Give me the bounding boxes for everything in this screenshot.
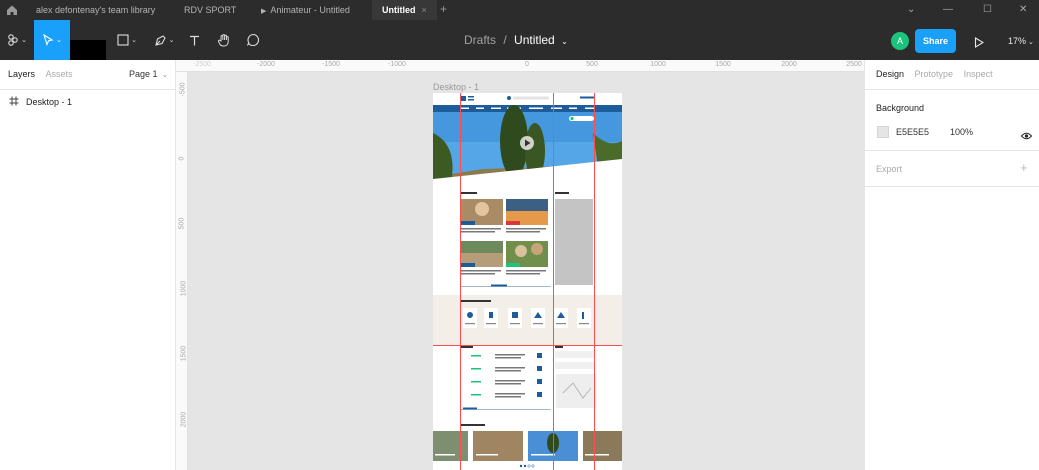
page-selector[interactable]: Page 1 ⌄ [129, 69, 168, 79]
ruler-mark: 2000 [176, 412, 188, 428]
ruler-mark: 0 [525, 61, 529, 68]
rectangle-icon [117, 34, 129, 46]
tab-assets[interactable]: Assets [46, 69, 73, 79]
pen-icon [154, 34, 166, 46]
layers-panel: Layers Assets Page 1 ⌄ Desktop - 1 [0, 60, 176, 470]
ruler-mark: -1000 [388, 61, 406, 68]
ruler-mark: 2000 [781, 61, 797, 68]
ruler-mark: -2500 [193, 61, 211, 68]
horizontal-ruler: -2500 -2000 -1500 -1000 0 500 1000 1500 … [176, 60, 864, 72]
eye-icon[interactable] [1020, 127, 1033, 145]
divider [865, 89, 1039, 90]
ruler-mark: 500 [586, 61, 598, 68]
tab-close-icon[interactable]: × [422, 5, 427, 15]
file-menu-chevron-icon[interactable]: ⌄ [561, 37, 568, 46]
text-icon [189, 35, 199, 45]
desktop-frame[interactable] [433, 93, 622, 470]
ruler-mark-label: 500 [178, 217, 186, 230]
new-tab-button[interactable]: + [440, 0, 447, 19]
divider [865, 186, 1039, 187]
hand-tool-button[interactable] [213, 20, 235, 60]
project-link[interactable]: Drafts [464, 33, 496, 47]
ruler-mark: 0 [176, 155, 188, 162]
tab-inspect[interactable]: Inspect [964, 69, 993, 79]
tab-team-library[interactable]: alex defontenay's team library [36, 0, 155, 20]
ruler-mark: 1000 [176, 281, 188, 297]
ruler-mark: 1500 [176, 346, 188, 362]
ruler-mark: 500 [176, 217, 188, 230]
tab-untitled-label: Untitled [382, 5, 416, 15]
pen-tool-button[interactable]: ⌄ [147, 20, 181, 60]
move-tool-button[interactable]: ⌄ [34, 20, 70, 60]
chevron-down-icon: ⌄ [162, 72, 168, 79]
frame-label[interactable]: Desktop - 1 [433, 82, 479, 92]
ruler-mark-label: 1000 [180, 280, 188, 297]
present-button[interactable] [974, 35, 985, 53]
layout-guide [433, 345, 622, 346]
add-export-button[interactable]: + [1020, 160, 1028, 175]
breadcrumb-separator: / [503, 33, 507, 47]
properties-panel: Design Prototype Inspect Background E5E5… [864, 60, 1039, 470]
avatar[interactable]: A [891, 32, 909, 50]
ruler-mark: -1500 [322, 61, 340, 68]
background-color-swatch[interactable] [877, 126, 889, 138]
tab-rdv-sport[interactable]: RDV SPORT [184, 0, 236, 20]
layer-name: Desktop - 1 [26, 97, 73, 107]
ruler-mark: -2000 [257, 61, 275, 68]
ruler-mark-label: 1500 [180, 345, 188, 362]
background-opacity-input[interactable]: 100% [950, 127, 973, 137]
tab-bar: alex defontenay's team library RDV SPORT… [0, 0, 1039, 20]
layout-guide [553, 93, 554, 470]
share-button[interactable]: Share [915, 29, 956, 53]
window-collapse-button[interactable]: ⌄ [907, 0, 915, 20]
shape-tool-button[interactable]: ⌄ [110, 20, 144, 60]
ruler-mark-label: 0 [178, 156, 186, 161]
chevron-down-icon: ⌄ [1028, 39, 1034, 46]
tab-design[interactable]: Design [876, 69, 904, 79]
comment-tool-button[interactable] [242, 20, 264, 60]
ruler-mark-label: 2000 [180, 411, 188, 428]
tab-prototype[interactable]: Prototype [915, 69, 954, 79]
layout-guide [594, 93, 595, 470]
divider [0, 89, 176, 90]
layout-guide [460, 93, 461, 470]
comment-icon [247, 33, 260, 47]
toolbar: ⌄ ⌄ ⌄ ⌄ ⌄ Drafts / Untitled [0, 20, 1039, 417]
figma-menu-icon [8, 34, 18, 46]
cursor-icon [43, 34, 54, 46]
ruler-mark: 2500 [846, 61, 862, 68]
text-tool-button[interactable] [183, 20, 205, 60]
home-icon[interactable] [6, 4, 18, 16]
tab-untitled[interactable]: Untitled × [372, 0, 437, 20]
breadcrumb: Drafts / Untitled ⌄ [464, 33, 568, 47]
window-minimize-button[interactable]: — [943, 0, 953, 20]
background-section-title: Background [876, 103, 925, 113]
window-maximize-button[interactable]: ☐ [983, 0, 992, 20]
layer-item[interactable]: Desktop - 1 [9, 96, 72, 108]
file-name[interactable]: Untitled [514, 33, 555, 47]
tab-layers[interactable]: Layers [8, 69, 35, 79]
play-icon [974, 37, 985, 48]
figma-app: alex defontenay's team library RDV SPORT… [0, 0, 1039, 470]
ruler-mark: 1500 [715, 61, 731, 68]
background-hex-input[interactable]: E5E5E5 [896, 127, 929, 137]
hand-icon [217, 34, 229, 47]
prototype-play-icon: ▶ [261, 8, 267, 15]
zoom-dropdown[interactable]: 17% ⌄ [1008, 36, 1034, 46]
window-close-button[interactable]: ✕ [1019, 0, 1027, 20]
tab-animateur[interactable]: ▶ Animateur - Untitled [261, 0, 350, 20]
ruler-mark: -500 [176, 82, 188, 96]
tab-animateur-label: Animateur - Untitled [270, 5, 350, 15]
main-menu-button[interactable]: ⌄ [0, 20, 34, 60]
frame-icon [9, 96, 19, 108]
ruler-mark: 1000 [650, 61, 666, 68]
export-section-title: Export [876, 164, 903, 174]
ruler-mark-label: -500 [179, 82, 187, 97]
canvas[interactable]: Desktop - 1 [189, 73, 864, 470]
divider [865, 150, 1039, 151]
zoom-value: 17% [1008, 36, 1027, 46]
page-name: Page 1 [129, 69, 158, 79]
vertical-ruler: -500 0 500 1000 1500 2000 [176, 72, 188, 470]
